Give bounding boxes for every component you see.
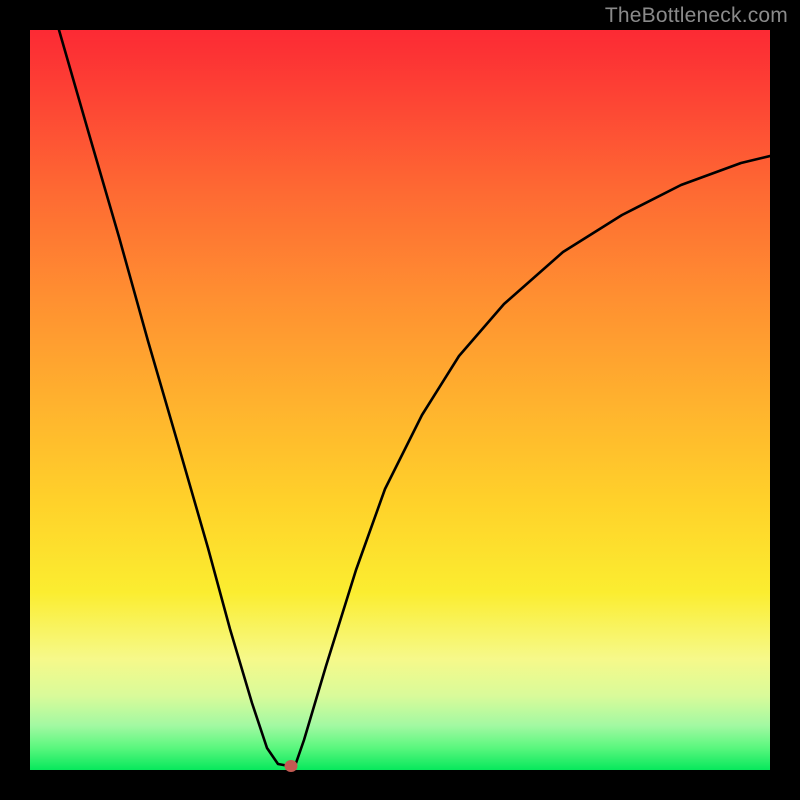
chart-frame: TheBottleneck.com	[0, 0, 800, 800]
bottleneck-curve	[30, 30, 770, 770]
watermark-text: TheBottleneck.com	[605, 4, 788, 28]
curve-path	[59, 30, 770, 766]
curve-minimum-dot	[285, 760, 298, 772]
plot-area	[30, 30, 770, 770]
